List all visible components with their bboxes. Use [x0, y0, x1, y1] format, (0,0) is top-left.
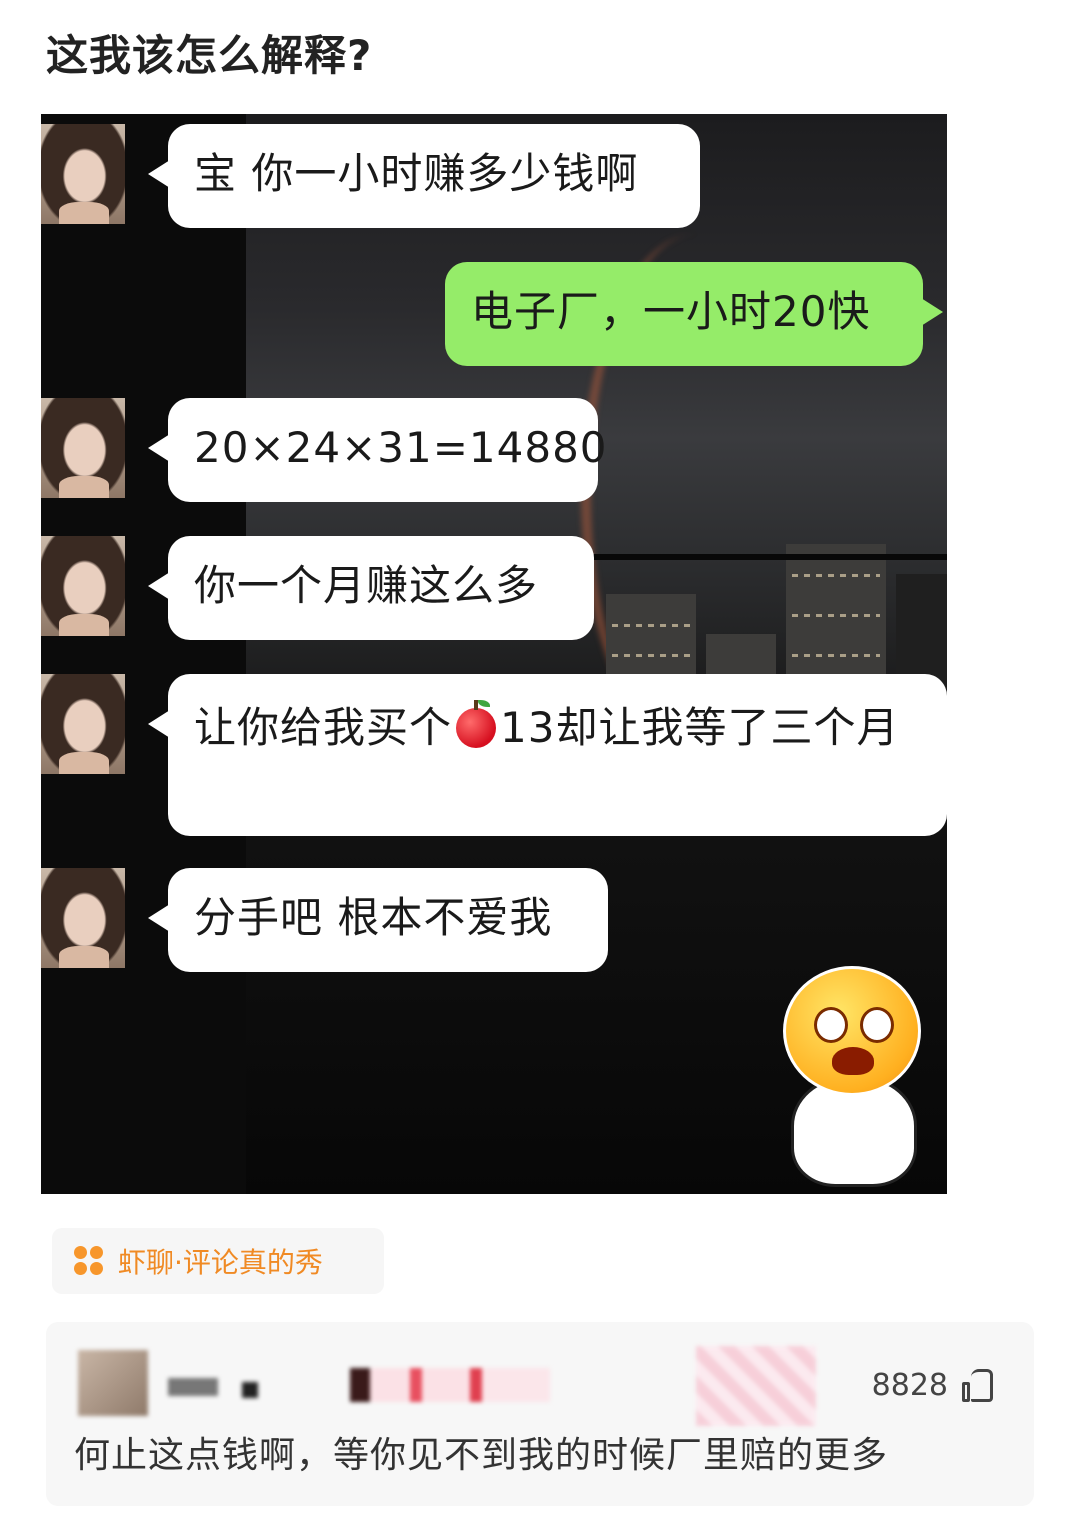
apple-emoji-icon: [456, 700, 497, 748]
left-dark-strip: [41, 114, 246, 1194]
sender-avatar[interactable]: [41, 124, 125, 224]
incoming-message: 宝 你一小时赚多少钱啊: [148, 124, 700, 228]
top-comment[interactable]: 8828 何止这点钱啊，等你见不到我的时候厂里赔的更多: [46, 1322, 1034, 1506]
post-title: 这我该怎么解释?: [46, 31, 373, 80]
sender-avatar[interactable]: [41, 674, 125, 774]
like-count: 8828: [871, 1368, 948, 1403]
chat-screenshot: 宝 你一小时赚多少钱啊 电子厂，一小时20快 20×24×31=14880 你一…: [41, 114, 947, 1194]
like-counter[interactable]: 8828: [872, 1368, 994, 1403]
topic-dots-icon: [74, 1246, 104, 1276]
message-text: 你一个月赚这么多: [194, 561, 539, 610]
sender-avatar[interactable]: [41, 398, 125, 498]
message-text-before-emoji: 让你给我买个: [194, 703, 453, 752]
commenter-badge-redacted: [350, 1368, 550, 1402]
commenter-badge-redacted: [696, 1346, 816, 1426]
commenter-avatar[interactable]: [78, 1350, 148, 1416]
message-text: 20×24×31=14880: [194, 423, 608, 472]
comment-text: 何止这点钱啊，等你见不到我的时候厂里赔的更多: [74, 1435, 889, 1476]
source-tag-label: 虾聊·评论真的秀: [118, 1246, 323, 1279]
outgoing-message: 电子厂，一小时20快: [445, 262, 943, 366]
incoming-message: 你一个月赚这么多: [148, 536, 594, 640]
message-text: 电子厂，一小时20快: [471, 287, 871, 336]
commenter-name-redacted: [242, 1382, 258, 1398]
incoming-message: 分手吧 根本不爱我: [148, 868, 608, 972]
sticker-face: [783, 966, 921, 1096]
message-text-after-emoji: 13却让我等了三个月: [500, 703, 900, 752]
thumbs-up-icon[interactable]: [962, 1368, 994, 1403]
sender-avatar[interactable]: [41, 536, 125, 636]
message-text: 分手吧 根本不爱我: [194, 893, 553, 942]
sender-avatar[interactable]: [41, 868, 125, 968]
incoming-message: 让你给我买个 13却让我等了三个月: [148, 674, 947, 836]
incoming-message: 20×24×31=14880: [148, 398, 607, 502]
source-tag[interactable]: 虾聊·评论真的秀: [52, 1228, 384, 1294]
message-text: 宝 你一小时赚多少钱啊: [194, 149, 639, 198]
crying-face-sticker-icon: [777, 966, 937, 1187]
commenter-name-redacted: [168, 1378, 218, 1396]
